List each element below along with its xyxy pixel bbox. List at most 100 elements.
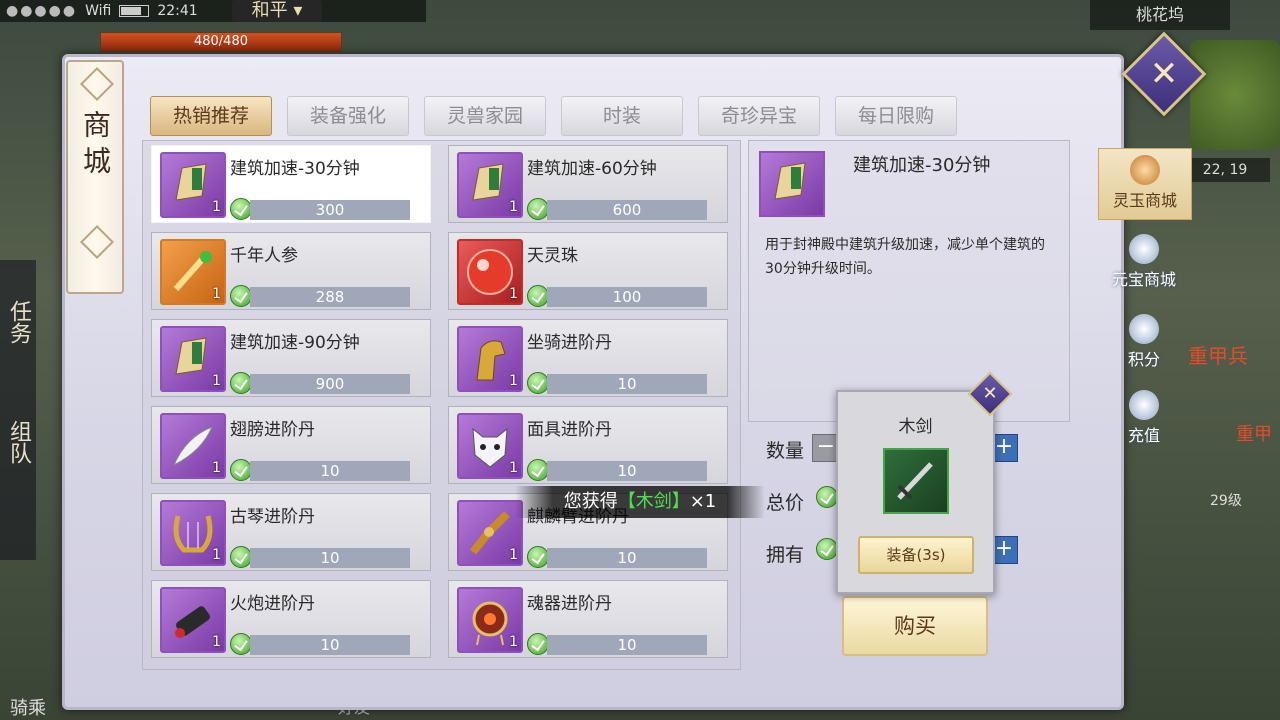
wifi-label: Wifi [85,3,112,19]
item-qty: 1 [212,286,221,302]
jade-coin-icon [230,372,252,394]
jade-coin-icon [527,198,549,220]
clock: 22:41 [157,3,198,19]
scroll-icon: 1 [160,326,226,392]
tab-ingot-shop[interactable]: 元宝商城 [1098,228,1190,298]
reward-toast: 您获得【木剑】×1 [515,486,765,518]
diamond-ornament-icon [80,67,114,101]
hp-text: 480/480 [193,34,248,49]
task-tab[interactable]: 任务 [2,300,34,344]
tab-points[interactable]: 积分 [1098,308,1190,378]
item-qty: 1 [212,634,221,650]
item-price: 600 [547,200,707,220]
jade-coin-icon [230,459,252,481]
jade-coin-icon [230,546,252,568]
owned-label: 拥有 [766,544,805,566]
close-icon: ✕ [1149,54,1179,94]
item-name: 千年人参 [230,246,298,266]
battery-icon [119,5,150,17]
item-card[interactable]: 1 坐骑进阶丹 10 [448,319,728,397]
item-price: 10 [250,635,410,655]
close-icon: ✕ [982,383,998,404]
left-side-panel: 任务 组队 [0,260,36,560]
item-qty: 1 [212,547,221,563]
item-card[interactable]: 1 火炮进阶丹 10 [151,580,431,658]
mob-label: 重甲兵 [1188,344,1248,368]
item-price: 10 [250,461,410,481]
tab-label: 充值 [1127,426,1160,445]
item-price: 10 [547,461,707,481]
ingot-icon [1129,234,1159,264]
jade-coin-icon [816,486,838,508]
item-qty: 1 [212,373,221,389]
item-qty: 1 [212,199,221,215]
jade-coin-icon [527,459,549,481]
detail-item-name: 建筑加速-30分钟 [853,155,991,176]
jade-coin-icon [527,633,549,655]
pk-mode-selector[interactable]: 和平 ▾ [232,0,322,22]
item-card[interactable]: 1 翅膀进阶丹 10 [151,406,431,484]
equip-button[interactable]: 装备(3s) [858,536,974,574]
sword-icon [883,448,949,514]
ginseng-icon: 1 [160,239,226,305]
item-price: 10 [547,374,707,394]
item-qty: 1 [509,460,518,476]
item-name: 魂器进阶丹 [527,594,612,614]
item-card[interactable]: 1 魂器进阶丹 10 [448,580,728,658]
buy-button[interactable]: 购买 [842,596,988,656]
item-card[interactable]: 1 千年人参 288 [151,232,431,310]
item-card[interactable]: 1 面具进阶丹 10 [448,406,728,484]
money-bag-icon [1129,314,1159,344]
item-card[interactable]: 1 古琴进阶丹 10 [151,493,431,571]
tab-jade-shop[interactable]: 灵玉商城 [1098,148,1192,220]
item-name: 古琴进阶丹 [230,507,315,527]
jade-coin-icon [230,633,252,655]
tab-label: 积分 [1127,350,1160,369]
item-name: 建筑加速-30分钟 [230,159,360,179]
jade-coin-icon [527,372,549,394]
diamond-ornament-icon [80,225,114,259]
minimap[interactable] [1190,40,1280,150]
mount-button[interactable]: 骑乘 [10,694,46,720]
claw-icon: 1 [457,500,523,566]
level-badge: 29级 [1210,493,1242,509]
new-item-popup: 木剑 装备(3s) [836,390,995,594]
item-name: 翅膀进阶丹 [230,420,315,440]
popup-item-name: 木剑 [898,417,933,437]
item-price: 288 [250,287,410,307]
toast-suffix: ×1 [689,491,717,512]
soul-vessel-icon: 1 [457,587,523,653]
tab-fashion[interactable]: 时装 [561,96,683,136]
item-qty: 1 [509,286,518,302]
tab-pet-home[interactable]: 灵兽家园 [424,96,546,136]
item-qty: 1 [509,373,518,389]
horse-icon: 1 [457,326,523,392]
jade-coin-icon [230,285,252,307]
item-card[interactable]: 1 建筑加速-30分钟 300 [151,145,431,223]
lyre-icon: 1 [160,500,226,566]
status-bar: ●●●●● Wifi 22:41 [0,0,426,22]
item-card[interactable]: 1 建筑加速-60分钟 600 [448,145,728,223]
toast-prefix: 您获得 [563,491,618,512]
tab-daily-limit[interactable]: 每日限购 [835,96,957,136]
cannon-icon: 1 [160,587,226,653]
tab-recharge[interactable]: 充值 [1098,384,1190,454]
item-price: 900 [250,374,410,394]
item-qty: 1 [509,634,518,650]
item-card[interactable]: 1 天灵珠 100 [448,232,728,310]
scroll-icon: 1 [160,152,226,218]
quantity-label: 数量 [766,440,805,462]
total-price-label: 总价 [766,492,805,514]
tab-hot[interactable]: 热销推荐 [150,96,272,136]
item-card[interactable]: 1 建筑加速-90分钟 900 [151,319,431,397]
team-tab[interactable]: 组队 [2,420,34,464]
tab-label: 元宝商城 [1111,270,1176,289]
tab-equip-upgrade[interactable]: 装备强化 [287,96,409,136]
coords-readout: 22, 19 [1180,158,1270,182]
item-price: 10 [547,548,707,568]
tab-rare-treasure[interactable]: 奇珍异宝 [698,96,820,136]
item-name: 坐骑进阶丹 [527,333,612,353]
jade-coin-icon [816,538,838,560]
jade-coin-icon [527,546,549,568]
signal-icon: ●●●●● [6,3,78,19]
